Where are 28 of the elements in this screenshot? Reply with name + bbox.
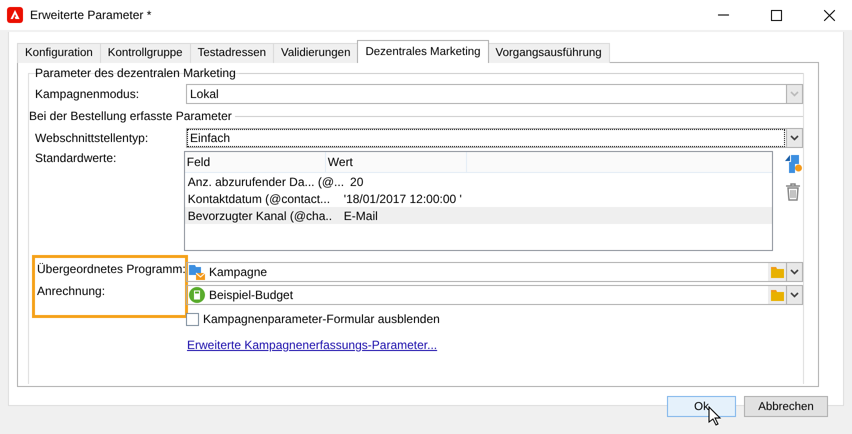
cursor-icon bbox=[708, 406, 722, 426]
table-row[interactable]: Bevorzugter Kanal (@cha.. E-Mail bbox=[184, 207, 772, 224]
advanced-link[interactable]: Erweiterte Kampagnenerfassungs-Parameter... bbox=[187, 338, 438, 352]
field-label: Anrechnung: bbox=[37, 284, 106, 298]
cancel-button[interactable]: Abbrechen bbox=[744, 396, 828, 417]
dropdown-field[interactable]: Einfach bbox=[186, 128, 803, 148]
app-logo-icon bbox=[7, 7, 23, 23]
checkbox-label[interactable]: Kampagnenparameter-Formular ausblenden bbox=[203, 312, 440, 326]
tab[interactable]: Kontrollgruppe bbox=[100, 43, 191, 63]
tab[interactable]: Validierungen bbox=[273, 43, 358, 63]
field-label: Webschnittstellentyp: bbox=[35, 131, 150, 145]
column-header[interactable]: Wert bbox=[326, 152, 467, 172]
trash-icon[interactable] bbox=[785, 183, 801, 201]
field-label: Übergeordnetes Programm: bbox=[37, 262, 185, 276]
table-row[interactable]: Kontaktdatum (@contact... '18/01/2017 12:00:00 ' bbox=[184, 190, 772, 207]
window-title: Erweiterte Parameter * bbox=[30, 8, 152, 22]
tab[interactable]: Dezentrales Marketing bbox=[357, 40, 489, 63]
tab[interactable]: Testadressen bbox=[190, 43, 274, 63]
checkbox[interactable] bbox=[186, 312, 199, 326]
column-header[interactable]: Feld bbox=[184, 152, 326, 172]
table-row[interactable]: Anz. abzurufender Da... (@... 20 bbox=[184, 173, 772, 190]
tab[interactable]: Vorgangsausführung bbox=[488, 43, 610, 63]
ok-button[interactable]: Ok bbox=[667, 396, 736, 417]
field-label: Standardwerte: bbox=[35, 151, 118, 165]
tab[interactable]: Konfiguration bbox=[17, 43, 101, 63]
section-title: Bei der Bestellung erfasste Parameter bbox=[29, 109, 232, 123]
field-label: Kampagnenmodus: bbox=[35, 87, 140, 101]
group-title: Parameter des dezentralen Marketing bbox=[35, 66, 236, 80]
